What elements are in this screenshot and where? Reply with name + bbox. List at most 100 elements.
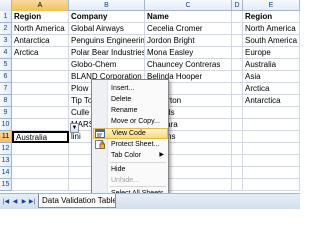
menu-item-delete[interactable]: Delete <box>93 94 168 105</box>
cell-a6[interactable] <box>12 71 69 83</box>
cell-d3[interactable] <box>232 35 243 47</box>
column-header-e[interactable]: E <box>243 0 300 11</box>
cell-e10[interactable] <box>243 119 300 131</box>
cell-a2[interactable]: North America <box>12 23 69 35</box>
last-sheet-icon[interactable]: ▶| <box>28 197 36 207</box>
row-header-12[interactable]: 12 <box>0 143 12 155</box>
cell-e6[interactable]: Asia <box>243 71 300 83</box>
cell-d10[interactable] <box>232 119 243 131</box>
cell-d7[interactable] <box>232 83 243 95</box>
cell-e8[interactable]: Antarctica <box>243 95 300 107</box>
cell-a5[interactable] <box>12 59 69 71</box>
cell-e2[interactable]: North America <box>243 23 300 35</box>
cell-c5[interactable]: Chauncey Contreras <box>145 59 232 71</box>
cell-d15[interactable] <box>232 179 243 191</box>
menu-item-unhide: Unhide... <box>93 175 168 186</box>
row-header-3[interactable]: 3 <box>0 35 12 47</box>
first-sheet-icon[interactable]: |◀ <box>2 197 10 207</box>
cell-d12[interactable] <box>232 143 243 155</box>
cell-e13[interactable] <box>243 155 300 167</box>
next-sheet-icon[interactable]: ▶ <box>20 197 28 207</box>
cell-e5[interactable]: Australia <box>243 59 300 71</box>
cell-b5[interactable]: Globo-Chem <box>69 59 145 71</box>
row-header-4[interactable]: 4 <box>0 47 12 59</box>
column-header-b[interactable]: B <box>69 0 145 11</box>
cell-d1[interactable] <box>232 11 243 23</box>
dropdown-arrow-button[interactable]: ▼ <box>70 123 79 133</box>
menu-item-rename[interactable]: Rename <box>93 105 168 116</box>
sheet-tab-data-validation-tables[interactable]: Data Validation Tables <box>38 194 116 208</box>
cell-b4[interactable]: Polar Bear Industries <box>69 47 145 59</box>
cell-c2[interactable]: Cecelia Cromer <box>145 23 232 35</box>
row-header-11[interactable]: 11 <box>0 131 12 143</box>
cell-e11[interactable] <box>243 131 300 143</box>
cell-c1[interactable]: Name <box>145 11 232 23</box>
cell-d9[interactable] <box>232 107 243 119</box>
cell-e1[interactable]: Region <box>243 11 300 23</box>
column-header-a[interactable]: A <box>12 0 69 11</box>
cell-d11[interactable] <box>232 131 243 143</box>
row-header-7[interactable]: 7 <box>0 83 12 95</box>
cell-d5[interactable] <box>232 59 243 71</box>
view-code-icon <box>95 129 105 138</box>
cell-a4[interactable]: Arctica <box>12 47 69 59</box>
cell-b2[interactable]: Global Airways <box>69 23 145 35</box>
cell-d14[interactable] <box>232 167 243 179</box>
cell-a11[interactable]: Australia <box>12 131 69 143</box>
cell-a14[interactable] <box>12 167 69 179</box>
cell-a9[interactable] <box>12 107 69 119</box>
row-header-6[interactable]: 6 <box>0 71 12 83</box>
sheet-tab-bar: |◀ ◀ ▶ ▶| Data Validation Tables <box>0 193 300 209</box>
row-header-8[interactable]: 8 <box>0 95 12 107</box>
menu-item-label: Unhide... <box>111 177 140 184</box>
protect-sheet-icon <box>95 140 105 149</box>
submenu-arrow-icon: ▶ <box>159 152 164 158</box>
menu-item-tab-color[interactable]: Tab Color ▶ <box>93 150 168 161</box>
column-header-d[interactable]: D <box>232 0 243 11</box>
prev-sheet-icon[interactable]: ◀ <box>11 197 19 207</box>
cell-a1[interactable]: Region <box>12 11 69 23</box>
cell-e4[interactable]: Europe <box>243 47 300 59</box>
menu-item-insert[interactable]: Insert... <box>93 83 168 94</box>
row-header-10[interactable]: 10 <box>0 119 12 131</box>
cell-a13[interactable] <box>12 155 69 167</box>
cell-e9[interactable] <box>243 107 300 119</box>
cell-d8[interactable] <box>232 95 243 107</box>
row-header-9[interactable]: 9 <box>0 107 12 119</box>
cell-d2[interactable] <box>232 23 243 35</box>
menu-item-hide[interactable]: Hide <box>93 164 168 175</box>
cell-b1[interactable]: Company <box>69 11 145 23</box>
cell-a12[interactable] <box>12 143 69 155</box>
cell-e7[interactable]: Arctica <box>243 83 300 95</box>
cell-a7[interactable] <box>12 83 69 95</box>
cell-d4[interactable] <box>232 47 243 59</box>
cell-a10[interactable] <box>12 119 69 131</box>
cell-c4[interactable]: Mona Easley <box>145 47 232 59</box>
row-header-1[interactable]: 1 <box>0 11 12 23</box>
menu-item-label: Insert... <box>111 85 135 92</box>
menu-item-label: Tab Color <box>111 152 141 159</box>
cell-e14[interactable] <box>243 167 300 179</box>
cell-a3[interactable]: Antarctica <box>12 35 69 47</box>
column-header-c[interactable]: C <box>145 0 232 11</box>
cell-b3[interactable]: Penguins Engineering <box>69 35 145 47</box>
menu-item-label: View Code <box>112 130 146 137</box>
select-all-corner[interactable] <box>0 0 12 11</box>
menu-separator <box>110 186 166 187</box>
cell-d6[interactable] <box>232 71 243 83</box>
row-header-5[interactable]: 5 <box>0 59 12 71</box>
cell-e12[interactable] <box>243 143 300 155</box>
menu-item-label: Hide <box>111 166 126 173</box>
menu-item-move-or-copy[interactable]: Move or Copy... <box>93 116 168 127</box>
row-header-2[interactable]: 2 <box>0 23 12 35</box>
row-header-14[interactable]: 14 <box>0 167 12 179</box>
cell-e15[interactable] <box>243 179 300 191</box>
cell-e3[interactable]: South America <box>243 35 300 47</box>
cell-a15[interactable] <box>12 179 69 191</box>
row-header-15[interactable]: 15 <box>0 179 12 191</box>
cell-c3[interactable]: Jordon Bright <box>145 35 232 47</box>
cell-a8[interactable] <box>12 95 69 107</box>
cell-d13[interactable] <box>232 155 243 167</box>
menu-item-label: Rename <box>111 107 138 114</box>
row-header-13[interactable]: 13 <box>0 155 12 167</box>
